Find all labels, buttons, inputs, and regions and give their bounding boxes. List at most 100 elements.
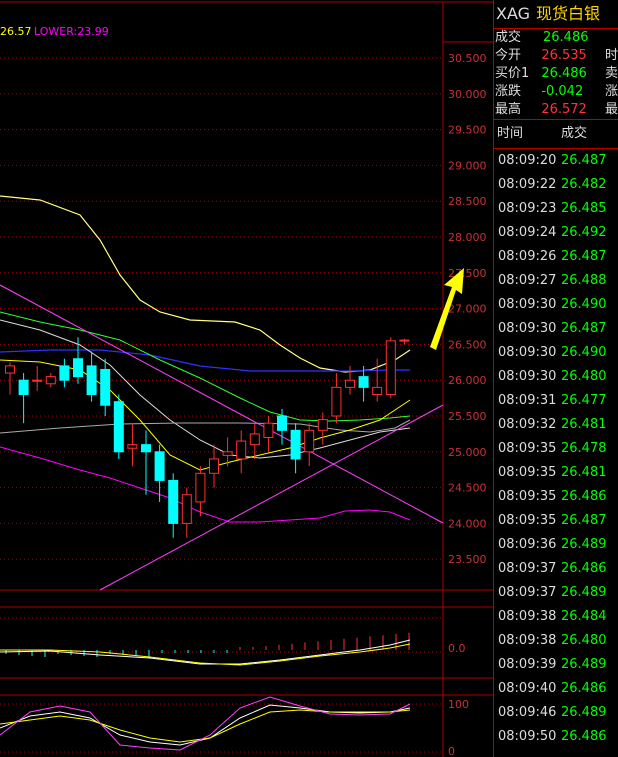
price-axis-label: 23.500 [448, 553, 487, 566]
quote-row: 最高 26.572 最 [494, 101, 618, 119]
candle-body [249, 433, 260, 446]
price-axis-labels: 30.50030.00029.50029.00028.50028.00027.5… [448, 52, 487, 566]
candle-body [195, 472, 206, 503]
candle [385, 337, 396, 399]
tick-row: 08:09:30 26.490 [494, 341, 618, 365]
candle [317, 412, 328, 445]
tick-time: 08:09:20 [498, 153, 557, 168]
candle [236, 430, 247, 474]
tick-time: 08:09:30 [498, 345, 557, 360]
tick-time: 08:09:37 [498, 561, 557, 576]
quote-value: 26.486 [543, 30, 589, 45]
candle-body [345, 379, 355, 388]
candle [113, 394, 124, 459]
tick-price: 26.484 [561, 609, 607, 624]
candle [399, 338, 410, 345]
tick-list[interactable]: 08:09:20 26.487 08:09:22 26.482 08:09:23 26.4… [494, 149, 618, 749]
tick-price: 26.477 [561, 393, 607, 408]
candle-body [331, 386, 342, 417]
quote-title: XAG 现货白银 [494, 0, 618, 28]
candle-body [263, 422, 274, 438]
tick-price: 26.490 [561, 345, 607, 360]
candle-body [18, 379, 29, 396]
quote-extra: 最 [604, 102, 618, 117]
quote-value: 26.572 [541, 102, 587, 117]
candle-body [304, 429, 315, 453]
quote-label: 涨跌 [495, 84, 522, 99]
tick-time: 08:09:46 [498, 705, 557, 720]
price-axis-label: 30.500 [448, 52, 487, 65]
tick-time: 08:09:35 [498, 513, 557, 528]
tick-row: 08:09:23 26.485 [494, 197, 618, 221]
tick-time: 08:09:40 [498, 681, 557, 696]
candle-body [86, 365, 97, 396]
tick-row: 08:09:37 26.486 [494, 557, 618, 581]
candle-body [45, 376, 56, 385]
tick-row: 08:09:31 26.477 [494, 389, 618, 413]
candle-body [5, 365, 15, 374]
tick-row: 08:09:36 26.489 [494, 533, 618, 557]
candle [127, 423, 138, 467]
tick-price: 26.482 [561, 177, 607, 192]
tick-time: 08:09:30 [498, 297, 557, 312]
quote-value: 26.486 [541, 66, 587, 81]
tick-price: 26.480 [561, 633, 607, 648]
price-axis-label: 26.000 [448, 374, 487, 387]
candle-body [358, 376, 369, 388]
candle [141, 430, 151, 495]
candle [86, 351, 97, 402]
tick-row: 08:09:27 26.488 [494, 269, 618, 293]
candle [195, 466, 206, 517]
tick-time: 08:09:35 [498, 489, 557, 504]
quote-row: 今开 26.535 时 [494, 47, 618, 65]
candle-body [32, 379, 43, 382]
tick-price: 26.480 [561, 369, 607, 384]
candle-body [181, 494, 192, 524]
tick-price: 26.489 [561, 705, 607, 720]
macd-dea-line [0, 643, 411, 666]
tick-row: 08:09:35 26.487 [494, 509, 618, 533]
tick-row: 08:09:46 26.489 [494, 701, 618, 725]
tick-price: 26.489 [561, 537, 607, 552]
tick-row: 08:09:20 26.487 [494, 149, 618, 173]
candle-body [113, 401, 124, 453]
indicator-value: 26.57 [0, 25, 32, 38]
candle-body [290, 429, 301, 460]
quote-row: 成交 26.486 [494, 29, 618, 47]
tick-row: 08:09:22 26.482 [494, 173, 618, 197]
quote-label: 买价1 [495, 66, 530, 81]
tick-row: 08:09:24 26.492 [494, 221, 618, 245]
tick-row: 08:09:35 26.481 [494, 461, 618, 485]
tick-row: 08:09:35 26.486 [494, 485, 618, 509]
ma-white [0, 319, 411, 459]
tick-time: 08:09:36 [498, 537, 557, 552]
tick-time: 08:09:31 [498, 393, 557, 408]
kdj-axis-100: 100 [448, 698, 469, 711]
candle-body [209, 458, 219, 474]
candle-body [399, 339, 410, 342]
tick-price: 26.489 [561, 585, 607, 600]
candle [5, 362, 15, 395]
macd-axis-zero: 0.0 [448, 642, 466, 655]
candle-body [73, 358, 83, 378]
kdj-j-line [0, 696, 411, 751]
tick-time: 08:09:39 [498, 657, 557, 672]
candle-body [222, 451, 233, 456]
price-axis-label: 25.000 [448, 446, 487, 459]
tick-time: 08:09:24 [498, 225, 557, 240]
tick-row: 08:09:37 26.489 [494, 581, 618, 605]
candle-body [236, 440, 247, 460]
tick-price: 26.488 [561, 273, 607, 288]
candle [345, 365, 355, 395]
quote-row: 买价1 26.486 卖 [494, 65, 618, 83]
tick-row: 08:09:26 26.487 [494, 245, 618, 269]
trendline-down [0, 284, 444, 524]
candlestick-chart[interactable]: 30.50030.00029.50029.00028.50028.00027.5… [0, 0, 493, 757]
tick-time: 08:09:27 [498, 273, 557, 288]
price-axis-label: 24.500 [448, 482, 487, 495]
tick-time: 08:09:23 [498, 201, 557, 216]
candle [304, 423, 315, 467]
quote-panel: XAG 现货白银 成交 26.486 今开 26.535 时买价1 26.486 卖涨跌 -0.… [493, 0, 618, 757]
tick-row: 08:09:30 26.487 [494, 317, 618, 341]
lower-band-label: LOWER:23.99 [34, 25, 109, 38]
